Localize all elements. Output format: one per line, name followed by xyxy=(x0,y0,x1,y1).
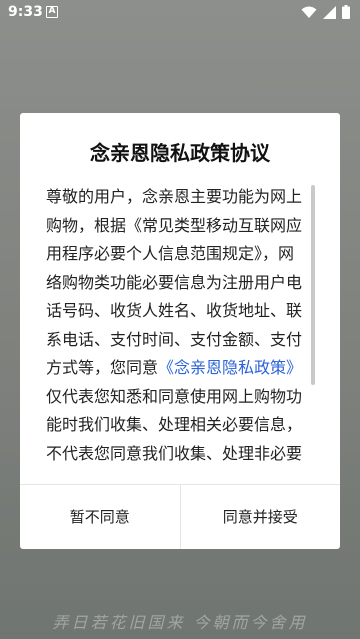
wifi-icon xyxy=(301,6,317,18)
dialog-title: 念亲恩隐私政策协议 xyxy=(90,141,270,165)
status-bar: 9:33 A xyxy=(0,0,360,24)
dialog-body-text[interactable]: 尊敬的用户，念亲恩主要功能为网上购物，根据《常见类型移动互联网应用程序必要个人信… xyxy=(46,183,306,479)
body-text-before-link: 尊敬的用户，念亲恩主要功能为网上购物，根据《常见类型移动互联网应用程序必要个人信… xyxy=(46,187,303,377)
battery-icon xyxy=(342,5,350,19)
accept-button[interactable]: 同意并接受 xyxy=(181,485,341,549)
privacy-policy-link[interactable]: 《念亲恩隐私政策》 xyxy=(158,358,302,377)
privacy-policy-dialog: 念亲恩隐私政策协议 尊敬的用户，念亲恩主要功能为网上购物，根据《常见类型移动互联… xyxy=(20,113,340,549)
notification-icon: A xyxy=(46,6,58,18)
decline-button[interactable]: 暂不同意 xyxy=(20,485,180,549)
signal-icon xyxy=(323,5,336,19)
dialog-scrollbar[interactable] xyxy=(311,185,315,385)
dialog-footer: 暂不同意 同意并接受 xyxy=(20,484,340,549)
background-watermark: 弄日若花旧国来 今朝而今舍用 xyxy=(52,613,308,632)
body-text-after-link: 仅代表您知悉和同意使用网上购物功能时我们收集、处理相关必要信息，不代表您同意我们… xyxy=(46,386,303,463)
status-icons xyxy=(301,5,350,19)
status-time: 9:33 xyxy=(8,4,43,20)
